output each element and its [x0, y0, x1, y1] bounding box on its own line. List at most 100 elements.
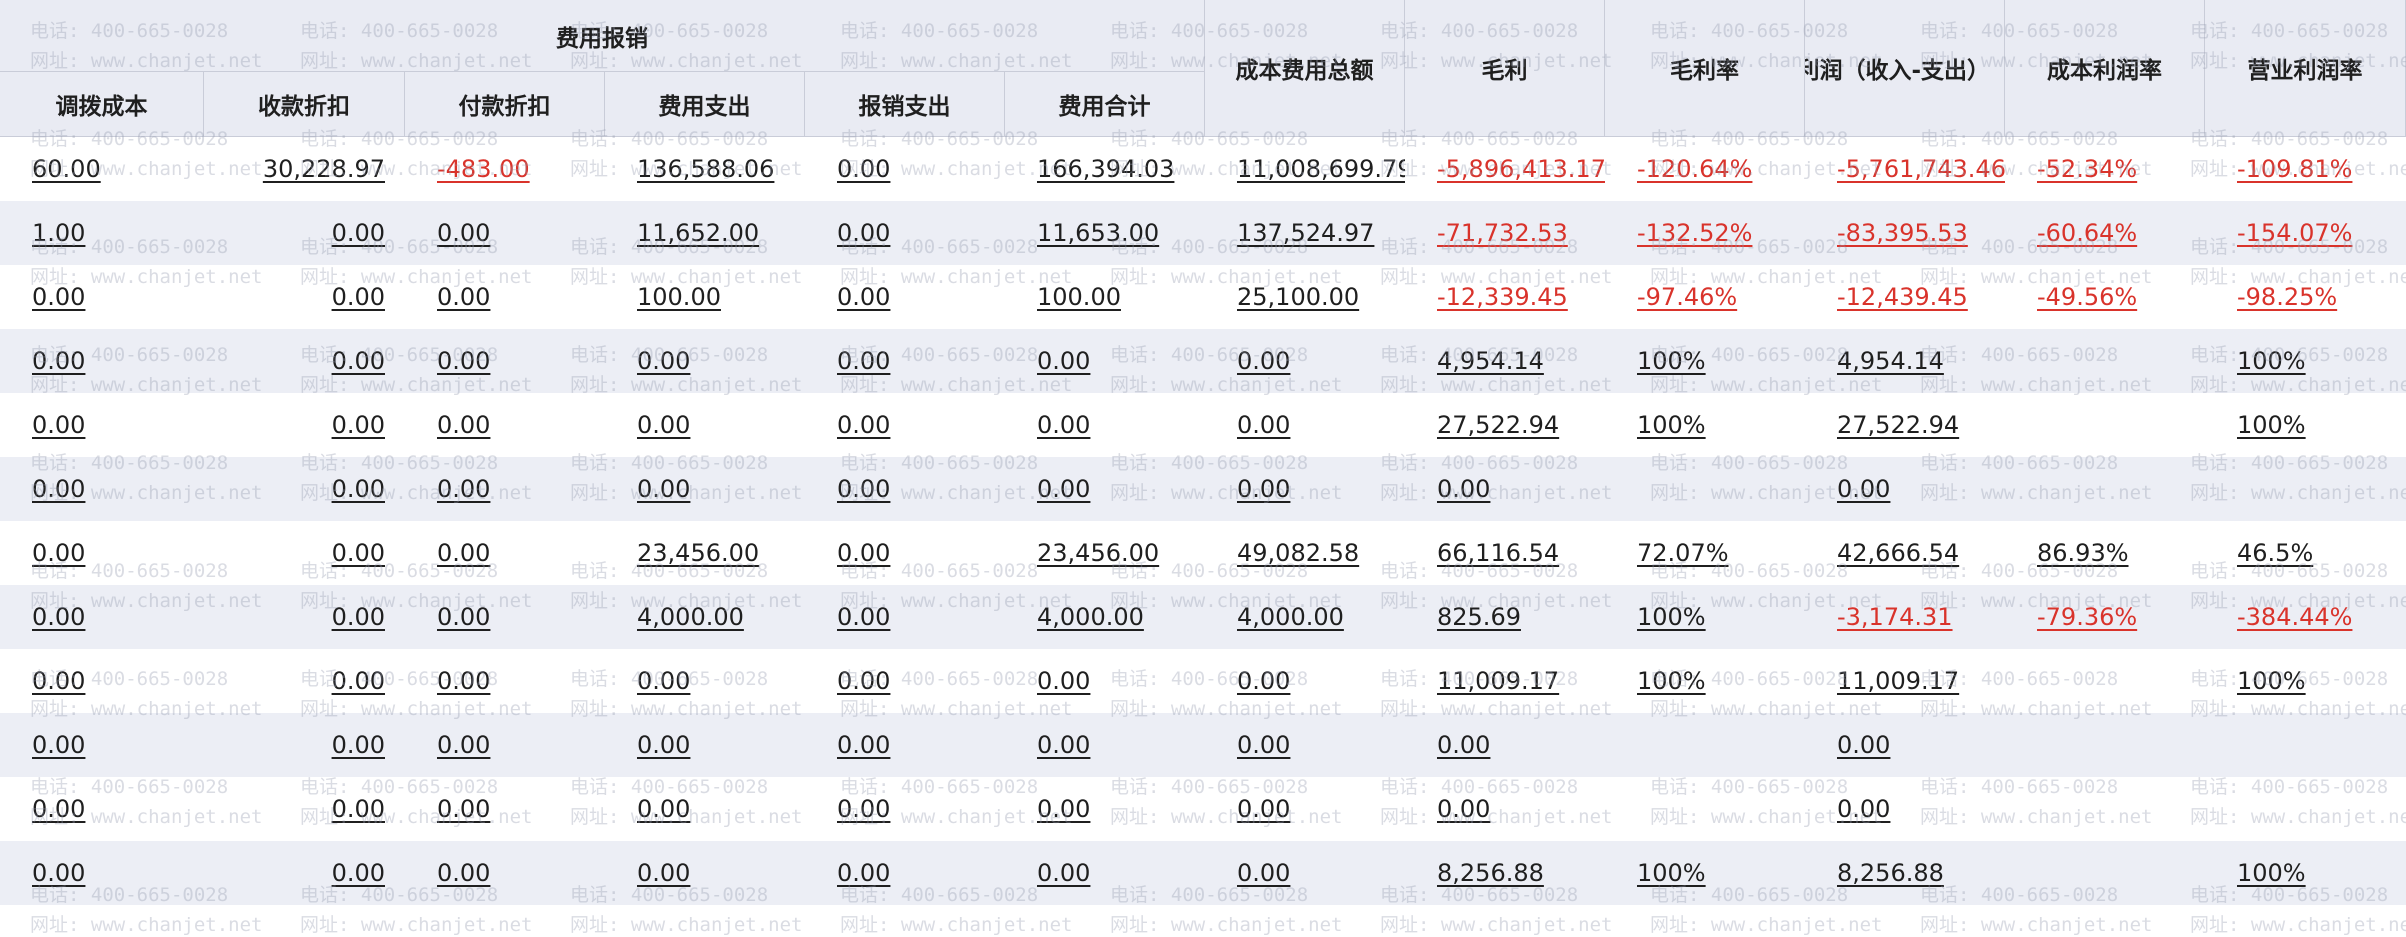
cell-value-link[interactable]: -3,174.31: [1837, 603, 1953, 631]
cell-value-link[interactable]: 25,100.00: [1237, 283, 1359, 311]
cell-value-link[interactable]: -5,896,413.17: [1437, 155, 1605, 183]
cell-value-link[interactable]: 100%: [2237, 667, 2306, 695]
cell-value-link[interactable]: 0.00: [437, 475, 490, 503]
cell-value-link[interactable]: 100.00: [637, 283, 721, 311]
column-header[interactable]: 营业利润率: [2205, 0, 2406, 137]
column-header[interactable]: 费用支出: [605, 72, 805, 137]
cell-value-link[interactable]: -52.34%: [2037, 155, 2137, 183]
cell-value-link[interactable]: 11,009.17: [1437, 667, 1559, 695]
cell-value-link[interactable]: 0.00: [32, 667, 85, 695]
column-header[interactable]: 报销支出: [805, 72, 1005, 137]
cell-value-link[interactable]: 0.00: [332, 795, 385, 823]
cell-value-link[interactable]: 4,954.14: [1837, 347, 1944, 375]
cell-value-link[interactable]: 0.00: [32, 859, 85, 887]
cell-value-link[interactable]: 0.00: [1237, 795, 1290, 823]
cell-value-link[interactable]: 100%: [1637, 411, 1706, 439]
cell-value-link[interactable]: 0.00: [32, 603, 85, 631]
column-header[interactable]: 调拨成本: [0, 72, 204, 137]
cell-value-link[interactable]: 0.00: [1237, 411, 1290, 439]
cell-value-link[interactable]: 0.00: [837, 795, 890, 823]
cell-value-link[interactable]: 0.00: [332, 475, 385, 503]
cell-value-link[interactable]: 4,000.00: [637, 603, 744, 631]
cell-value-link[interactable]: -5,761,743.46: [1837, 155, 2005, 183]
cell-value-link[interactable]: 0.00: [837, 219, 890, 247]
cell-value-link[interactable]: 0.00: [437, 731, 490, 759]
cell-value-link[interactable]: 100.00: [1037, 283, 1121, 311]
cell-value-link[interactable]: 42,666.54: [1837, 539, 1959, 567]
cell-value-link[interactable]: 0.00: [837, 603, 890, 631]
cell-value-link[interactable]: 86.93%: [2037, 539, 2129, 567]
cell-value-link[interactable]: 0.00: [837, 539, 890, 567]
cell-value-link[interactable]: 0.00: [637, 475, 690, 503]
cell-value-link[interactable]: 0.00: [837, 155, 890, 183]
cell-value-link[interactable]: 27,522.94: [1837, 411, 1959, 439]
cell-value-link[interactable]: -109.81%: [2237, 155, 2352, 183]
cell-value-link[interactable]: 0.00: [1037, 795, 1090, 823]
cell-value-link[interactable]: 0.00: [437, 283, 490, 311]
cell-value-link[interactable]: 100%: [1637, 603, 1706, 631]
cell-value-link[interactable]: 0.00: [1237, 475, 1290, 503]
cell-value-link[interactable]: 23,456.00: [637, 539, 759, 567]
cell-value-link[interactable]: 100%: [2237, 411, 2306, 439]
cell-value-link[interactable]: 11,009.17: [1837, 667, 1959, 695]
cell-value-link[interactable]: 0.00: [1437, 795, 1490, 823]
cell-value-link[interactable]: 4,954.14: [1437, 347, 1544, 375]
column-header[interactable]: 利润（收入-支出）: [1805, 0, 2005, 137]
cell-value-link[interactable]: 49,082.58: [1237, 539, 1359, 567]
cell-value-link[interactable]: 46.5%: [2237, 539, 2313, 567]
cell-value-link[interactable]: 0.00: [1037, 347, 1090, 375]
cell-value-link[interactable]: 0.00: [1237, 347, 1290, 375]
cell-value-link[interactable]: 100%: [1637, 859, 1706, 887]
cell-value-link[interactable]: 100%: [2237, 859, 2306, 887]
cell-value-link[interactable]: 0.00: [332, 283, 385, 311]
cell-value-link[interactable]: 0.00: [637, 731, 690, 759]
cell-value-link[interactable]: -120.64%: [1637, 155, 1752, 183]
cell-value-link[interactable]: 166,394.03: [1037, 155, 1174, 183]
cell-value-link[interactable]: 0.00: [1037, 667, 1090, 695]
cell-value-link[interactable]: -79.36%: [2037, 603, 2137, 631]
cell-value-link[interactable]: 0.00: [332, 603, 385, 631]
column-header[interactable]: 毛利: [1405, 0, 1605, 137]
column-header[interactable]: 收款折扣: [204, 72, 405, 137]
cell-value-link[interactable]: 0.00: [837, 859, 890, 887]
cell-value-link[interactable]: 66,116.54: [1437, 539, 1559, 567]
cell-value-link[interactable]: 0.00: [32, 411, 85, 439]
cell-value-link[interactable]: -98.25%: [2237, 283, 2337, 311]
cell-value-link[interactable]: -97.46%: [1637, 283, 1737, 311]
cell-value-link[interactable]: -12,339.45: [1437, 283, 1568, 311]
cell-value-link[interactable]: 0.00: [1037, 859, 1090, 887]
cell-value-link[interactable]: 0.00: [32, 539, 85, 567]
cell-value-link[interactable]: -154.07%: [2237, 219, 2352, 247]
cell-value-link[interactable]: 0.00: [437, 603, 490, 631]
cell-value-link[interactable]: 0.00: [332, 347, 385, 375]
cell-value-link[interactable]: 0.00: [332, 731, 385, 759]
column-header[interactable]: 成本费用总额: [1205, 0, 1405, 137]
cell-value-link[interactable]: 30,228.97: [263, 155, 385, 183]
cell-value-link[interactable]: -83,395.53: [1837, 219, 1968, 247]
cell-value-link[interactable]: 137,524.97: [1237, 219, 1374, 247]
cell-value-link[interactable]: -483.00: [437, 155, 530, 183]
cell-value-link[interactable]: 0.00: [1037, 411, 1090, 439]
cell-value-link[interactable]: -71,732.53: [1437, 219, 1568, 247]
cell-value-link[interactable]: 0.00: [32, 795, 85, 823]
cell-value-link[interactable]: 0.00: [637, 795, 690, 823]
cell-value-link[interactable]: 0.00: [1037, 475, 1090, 503]
cell-value-link[interactable]: 0.00: [437, 539, 490, 567]
cell-value-link[interactable]: 0.00: [332, 219, 385, 247]
cell-value-link[interactable]: 8,256.88: [1837, 859, 1944, 887]
cell-value-link[interactable]: 0.00: [837, 411, 890, 439]
cell-value-link[interactable]: 0.00: [1837, 731, 1890, 759]
cell-value-link[interactable]: 0.00: [437, 219, 490, 247]
cell-value-link[interactable]: 100%: [1637, 667, 1706, 695]
cell-value-link[interactable]: 0.00: [1437, 731, 1490, 759]
cell-value-link[interactable]: 27,522.94: [1437, 411, 1559, 439]
cell-value-link[interactable]: 0.00: [837, 667, 890, 695]
cell-value-link[interactable]: -60.64%: [2037, 219, 2137, 247]
cell-value-link[interactable]: 0.00: [1237, 667, 1290, 695]
cell-value-link[interactable]: 0.00: [637, 667, 690, 695]
cell-value-link[interactable]: 4,000.00: [1237, 603, 1344, 631]
cell-value-link[interactable]: 100%: [1637, 347, 1706, 375]
cell-value-link[interactable]: -132.52%: [1637, 219, 1752, 247]
column-header[interactable]: 毛利率: [1605, 0, 1805, 137]
cell-value-link[interactable]: 0.00: [437, 411, 490, 439]
